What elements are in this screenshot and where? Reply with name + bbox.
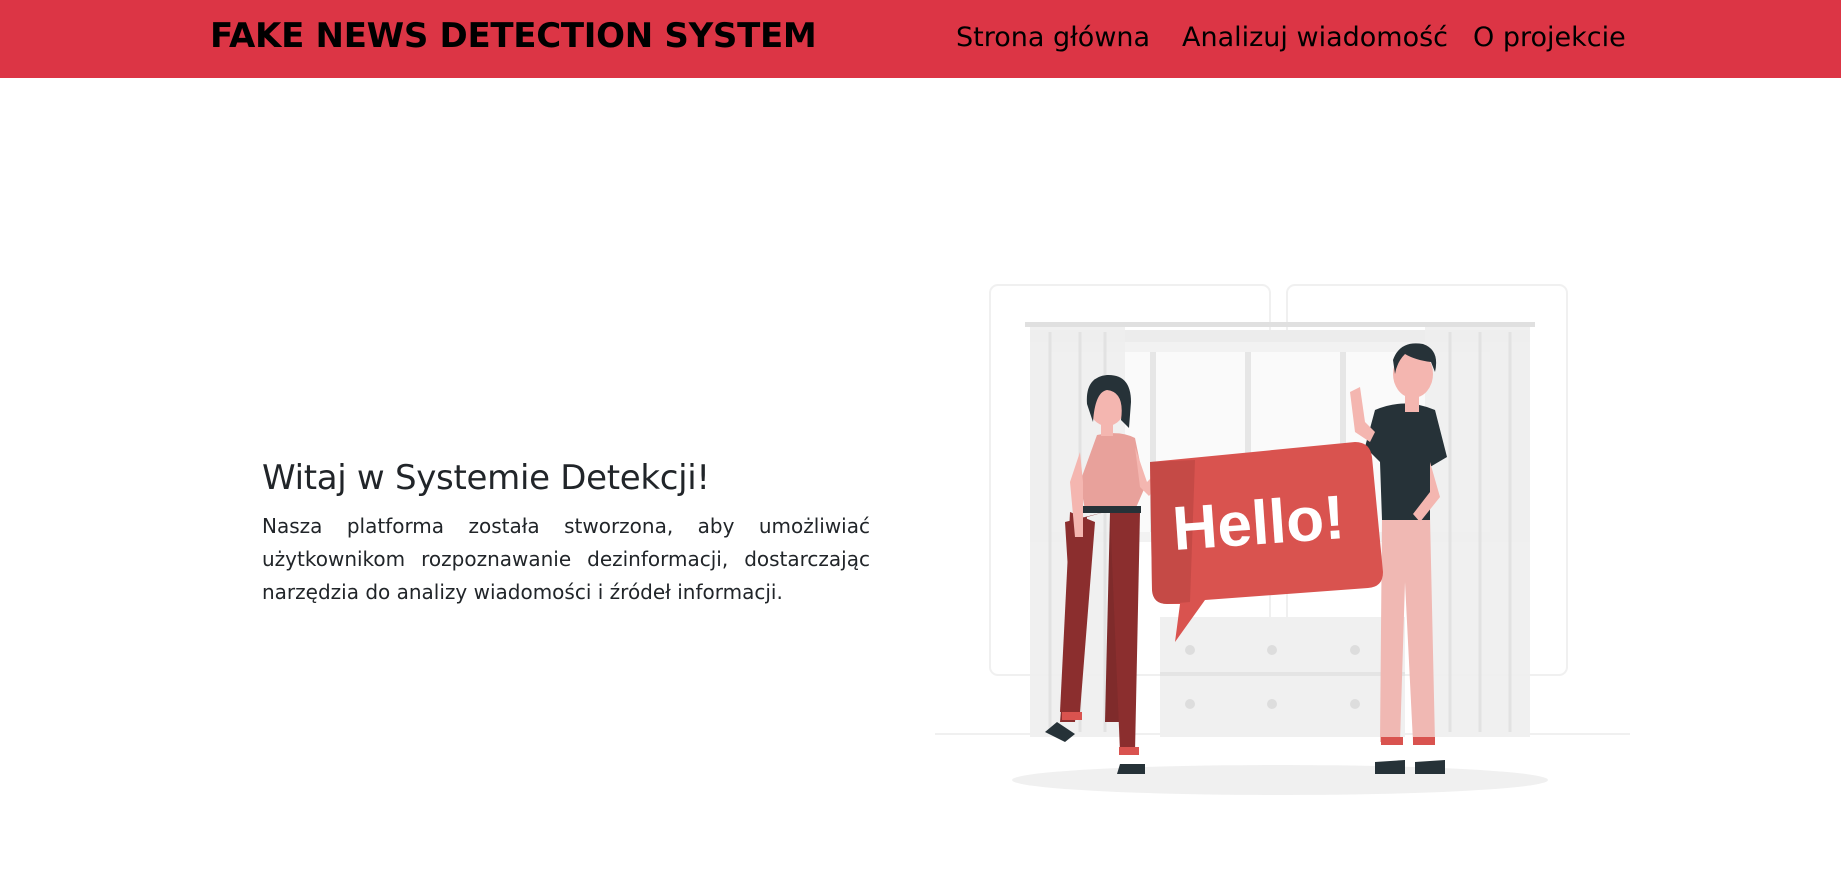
hello-illustration: Hello! [935,284,1630,795]
nav-link-about[interactable]: O projekcie [1473,22,1626,53]
brand-logo[interactable]: FAKE NEWS DETECTION SYSTEM [210,16,817,56]
navbar: FAKE NEWS DETECTION SYSTEM Strona główna… [0,0,1841,78]
nav-link-analyze[interactable]: Analizuj wiadomość [1182,22,1448,53]
hello-bubble-text: Hello! [1170,483,1347,564]
hero-description: Nasza platforma została stworzona, aby u… [262,514,870,604]
nav-link-home[interactable]: Strona główna [956,22,1150,53]
hero-title: Witaj w Systemie Detekcji! [262,458,710,498]
